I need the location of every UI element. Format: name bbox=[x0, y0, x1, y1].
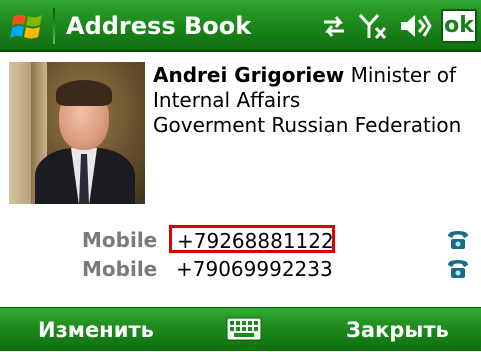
contact-photo bbox=[9, 62, 145, 204]
contact-name-line: Andrei Grigoriew Minister of bbox=[153, 63, 473, 88]
phone-row[interactable]: Mobile +79069992233 bbox=[0, 254, 481, 284]
contact-name: Andrei Grigoriew bbox=[153, 63, 345, 87]
volume-icon[interactable] bbox=[398, 11, 432, 41]
phone-number-selected[interactable]: +79268881122 bbox=[169, 225, 335, 253]
phone-number[interactable]: +79069992233 bbox=[176, 254, 333, 284]
title-separator bbox=[53, 8, 55, 44]
ok-button[interactable]: ok bbox=[441, 9, 477, 43]
contact-company: Goverment Russian Federation bbox=[153, 113, 462, 137]
phone-icon[interactable] bbox=[446, 258, 470, 280]
keyboard-icon[interactable] bbox=[226, 317, 262, 341]
phone-label: Mobile bbox=[82, 257, 158, 281]
contact-job-title-start: Minister of bbox=[350, 63, 457, 87]
contact-job-title-end: Internal Affairs bbox=[153, 88, 301, 112]
sync-arrows-icon[interactable] bbox=[320, 11, 348, 41]
app-title: Address Book bbox=[66, 12, 252, 40]
softkey-bar: Изменить Закрыть bbox=[0, 307, 481, 351]
close-softkey[interactable]: Закрыть bbox=[346, 308, 449, 352]
windows-start-icon[interactable] bbox=[10, 9, 46, 43]
phone-label: Mobile bbox=[82, 228, 158, 252]
no-signal-antenna-icon[interactable] bbox=[358, 11, 390, 41]
photo-hair bbox=[56, 80, 112, 106]
edit-softkey[interactable]: Изменить bbox=[38, 308, 154, 352]
title-bar: Address Book ok bbox=[0, 0, 481, 52]
phone-icon[interactable] bbox=[446, 229, 470, 251]
contact-details: Andrei Grigoriew Minister of Internal Af… bbox=[153, 63, 473, 138]
phone-row[interactable]: Mobile +79268881122 bbox=[0, 225, 481, 255]
